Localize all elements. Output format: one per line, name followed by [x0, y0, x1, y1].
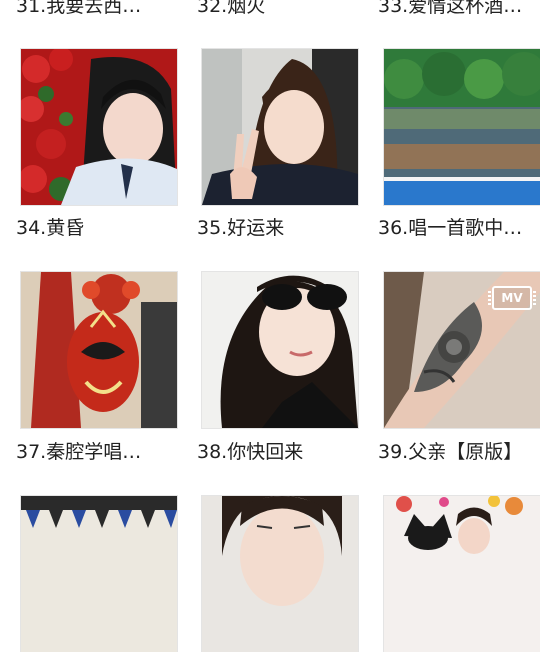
song-grid: 31.我要去西… 32.烟火 33.爱情这杯酒… 34.黄昏 35.好运来 36…	[0, 0, 540, 652]
song-title-34[interactable]: 34.黄昏	[16, 216, 186, 240]
song-title-39[interactable]: 39.父亲【原版】	[378, 440, 540, 464]
song-title-35[interactable]: 35.好运来	[197, 216, 367, 240]
woman-with-roses-image	[21, 49, 177, 205]
woman-face-image	[202, 496, 358, 652]
song-thumbnail-42[interactable]	[384, 496, 540, 652]
song-thumbnail-36[interactable]	[384, 49, 540, 205]
song-thumbnail-34[interactable]	[21, 49, 177, 205]
woman-peace-sign-image	[202, 49, 358, 205]
flags-tent-image	[21, 496, 177, 652]
song-thumbnail-37[interactable]	[21, 272, 177, 428]
lake-landscape-image	[384, 49, 540, 205]
mv-badge: MV	[488, 286, 536, 310]
song-thumbnail-41[interactable]	[202, 496, 358, 652]
song-title-36[interactable]: 36.唱一首歌中…	[378, 216, 540, 240]
song-title-37[interactable]: 37.秦腔学唱…	[16, 440, 186, 464]
song-title-33[interactable]: 33.爱情这杯酒…	[378, 0, 540, 18]
opera-mask-image	[21, 272, 177, 428]
song-thumbnail-38[interactable]	[202, 272, 358, 428]
song-title-38[interactable]: 38.你快回来	[197, 440, 367, 464]
woman-sunglasses-image	[202, 272, 358, 428]
song-thumbnail-35[interactable]	[202, 49, 358, 205]
woman-with-cat-image	[384, 496, 540, 652]
song-thumbnail-40[interactable]	[21, 496, 177, 652]
song-thumbnail-39[interactable]: MV	[384, 272, 540, 428]
song-title-32[interactable]: 32.烟火	[197, 0, 367, 18]
song-title-31[interactable]: 31.我要去西…	[16, 0, 186, 18]
